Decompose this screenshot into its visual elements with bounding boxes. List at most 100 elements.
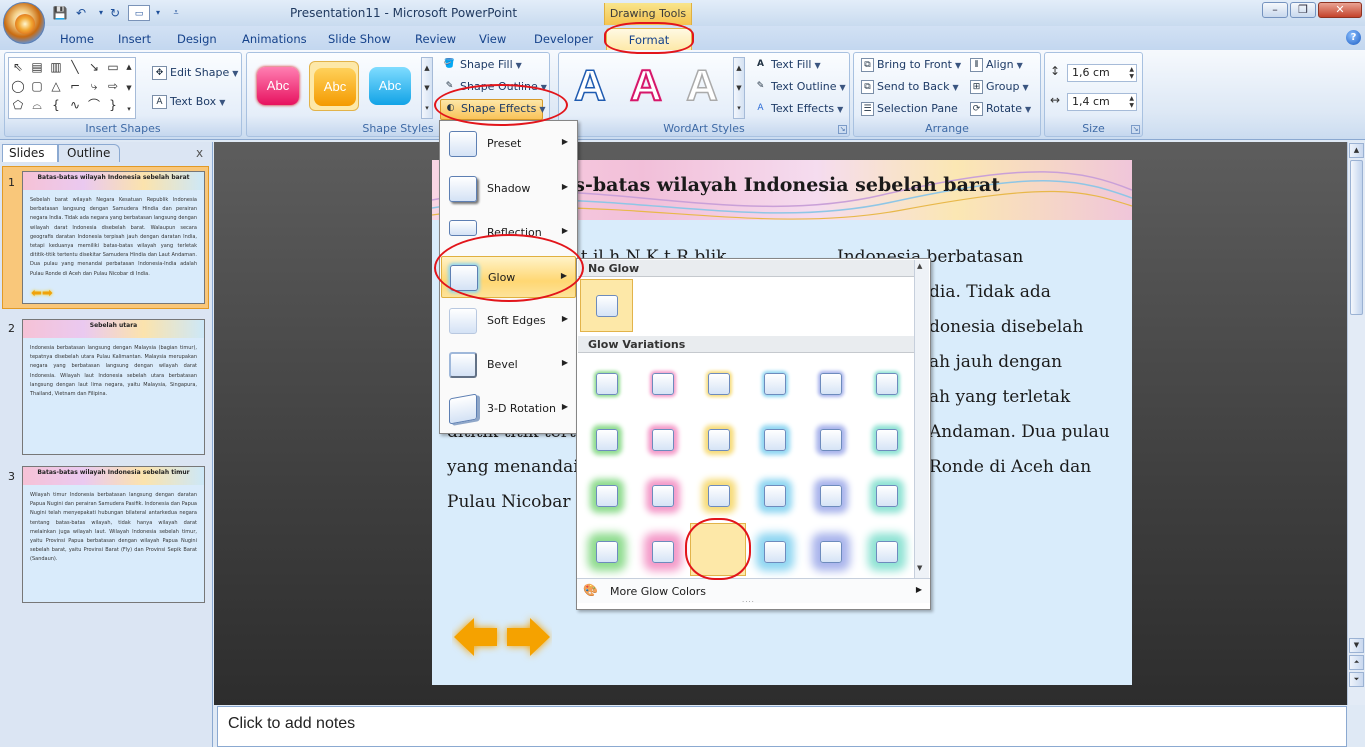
tab-review[interactable]: Review <box>415 30 456 48</box>
shape-effects-button[interactable]: ◐ Shape Effects ▼ <box>440 99 546 120</box>
tab-design[interactable]: Design <box>177 30 217 48</box>
wordart-style-white[interactable]: A <box>677 60 727 111</box>
tab-home[interactable]: Home <box>60 30 94 48</box>
tab-slide-show[interactable]: Slide Show <box>328 30 391 48</box>
tab-outline[interactable]: Outline <box>58 144 120 162</box>
new-slide-quick-icon[interactable]: ▭ <box>128 5 150 21</box>
elbow-connector-shape-icon[interactable]: ⌐ <box>68 79 82 93</box>
left-brace-shape-icon[interactable]: { <box>49 98 63 112</box>
scribble-shape-icon[interactable]: ⌒ <box>87 98 101 112</box>
glow-variation-r3-c4[interactable] <box>748 469 800 521</box>
glow-variation-r3-c5[interactable] <box>804 469 856 521</box>
size-dialog-launcher-icon[interactable]: ↘ <box>1131 125 1140 134</box>
style-swatch-blue[interactable]: Abc <box>365 61 415 111</box>
menu-item-soft-edges[interactable]: Soft Edges ▶ <box>441 300 576 342</box>
glow-variation-r2-c6[interactable] <box>860 413 912 465</box>
shape-outline-button[interactable]: ✎ Shape Outline ▼ <box>442 78 547 96</box>
minimize-button[interactable]: – <box>1262 2 1288 18</box>
block-arrow-shape-icon[interactable]: ⇨ <box>106 79 120 93</box>
style-swatch-orange-selected[interactable]: Abc <box>309 61 359 111</box>
shape-height-input[interactable]: 1,6 cm ▲ ▼ <box>1067 64 1137 82</box>
menu-item-shadow[interactable]: Shadow ▶ <box>441 168 576 210</box>
glow-variation-r1-c2[interactable] <box>636 357 688 409</box>
bring-to-front-button[interactable]: ⧉ Bring to Front ▼ <box>861 56 961 74</box>
scroll-down-icon[interactable]: ▼ <box>917 564 922 572</box>
align-button[interactable]: ⫴ Align ▼ <box>970 56 1023 74</box>
pane-close-icon[interactable]: x <box>196 146 203 160</box>
shape-width-input[interactable]: 1,4 cm ▲ ▼ <box>1067 93 1137 111</box>
shapes-scroll-up-icon[interactable]: ▲ <box>122 60 136 74</box>
tab-developer[interactable]: Developer <box>534 30 593 48</box>
office-button[interactable] <box>3 2 45 44</box>
glow-variation-r2-c4[interactable] <box>748 413 800 465</box>
freeform-shape-icon[interactable]: ⌓ <box>30 98 44 112</box>
spinner-arrows-icon[interactable]: ▲ ▼ <box>1129 95 1134 109</box>
tab-view[interactable]: View <box>479 30 506 48</box>
slide-thumbnail-2[interactable]: Sebelah utara Indonesia berbatasan langs… <box>22 319 205 455</box>
glow-gallery-scrollbar[interactable]: ▲ ▼ <box>914 260 929 578</box>
glow-variation-r2-c1[interactable] <box>580 413 632 465</box>
curve-shape-icon[interactable]: ∿ <box>68 98 82 112</box>
rectangle-shape-icon[interactable]: ▭ <box>106 60 120 74</box>
glow-variation-r3-c1[interactable] <box>580 469 632 521</box>
close-button[interactable]: ✕ <box>1318 2 1362 18</box>
selection-pane-button[interactable]: ☰ Selection Pane <box>861 100 958 118</box>
glow-variation-r4-c6[interactable] <box>860 525 912 577</box>
arrow-shape-icon[interactable]: ⇖ <box>11 60 25 74</box>
text-box-button[interactable]: A Text Box ▼ <box>152 93 225 111</box>
glow-variation-r1-c5[interactable] <box>804 357 856 409</box>
glow-variation-r2-c3[interactable] <box>692 413 744 465</box>
tab-insert[interactable]: Insert <box>118 30 151 48</box>
wordart-style-pink[interactable]: A <box>621 60 671 111</box>
edit-shape-button[interactable]: ✥ Edit Shape ▼ <box>152 64 238 82</box>
glow-variation-r2-c5[interactable] <box>804 413 856 465</box>
rotate-button[interactable]: ⟳ Rotate ▼ <box>970 100 1031 118</box>
text-fill-button[interactable]: A Text Fill ▼ <box>753 56 821 74</box>
new-slide-dropdown-icon[interactable]: ▾ <box>150 5 166 21</box>
glow-variation-r4-c1[interactable] <box>580 525 632 577</box>
menu-item-reflection[interactable]: Reflection ▶ <box>441 212 576 254</box>
maximize-button[interactable]: ❐ <box>1290 2 1316 18</box>
menu-item-bevel[interactable]: Bevel ▶ <box>441 344 576 386</box>
tab-slides[interactable]: Slides <box>2 144 58 162</box>
shapes-gallery[interactable]: ⇖ ▤ ▥ ╲ ↘ ▭ ◯ ▢ △ ⌐ ⤷ ⇨ ⬠ ⌓ { ∿ ⌒ } ▲ ▼ … <box>8 57 136 119</box>
tab-format[interactable]: Format <box>606 28 692 50</box>
resize-grip-icon[interactable]: ···· <box>742 598 755 606</box>
help-icon[interactable]: ? <box>1346 30 1361 45</box>
customize-toolbar-icon[interactable]: ⩡ <box>168 5 184 21</box>
scroll-up-icon[interactable]: ▲ <box>917 262 922 270</box>
wordart-gallery-scroll[interactable]: ▲ ▼ ▾ <box>733 57 745 119</box>
glow-variation-r1-c6[interactable] <box>860 357 912 409</box>
text-outline-button[interactable]: ✎ Text Outline ▼ <box>753 78 846 96</box>
glow-variation-r4-c5[interactable] <box>804 525 856 577</box>
vertical-textbox-shape-icon[interactable]: ▥ <box>49 60 63 74</box>
glow-variation-r3-c2[interactable] <box>636 469 688 521</box>
glowing-arrows-shape[interactable] <box>452 610 552 665</box>
triangle-shape-icon[interactable]: △ <box>49 79 63 93</box>
slide-title[interactable]: as-batas wilayah Indonesia sebelah barat <box>562 174 1000 196</box>
glow-variation-r3-c3[interactable] <box>692 469 744 521</box>
redo-icon[interactable]: ↻ <box>107 5 123 21</box>
oval-shape-icon[interactable]: ◯ <box>11 79 25 93</box>
tab-animations[interactable]: Animations <box>242 30 307 48</box>
pentagon-shape-icon[interactable]: ⬠ <box>11 98 25 112</box>
vertical-scrollbar[interactable]: ▲ ▼ ⏶ ⏷ <box>1347 142 1365 705</box>
menu-item-3d-rotation[interactable]: 3-D Rotation ▶ <box>441 388 576 430</box>
glow-variation-r1-c3[interactable] <box>692 357 744 409</box>
style-swatch-pink[interactable]: Abc <box>253 61 303 111</box>
wordart-style-blue[interactable]: A <box>565 60 615 111</box>
style-gallery-scroll[interactable]: ▲ ▼ ▾ <box>421 57 433 119</box>
text-effects-button[interactable]: A Text Effects ▼ <box>753 100 843 118</box>
notes-pane[interactable]: Click to add notes <box>217 706 1347 747</box>
slide-thumbnail-1[interactable]: Batas-batas wilayah Indonesia sebelah ba… <box>22 171 205 304</box>
save-icon[interactable]: 💾 <box>52 5 68 21</box>
group-button[interactable]: ⊞ Group ▼ <box>970 78 1029 96</box>
scrollbar-thumb[interactable] <box>1350 160 1363 315</box>
line-shape-icon[interactable]: ╲ <box>68 60 82 74</box>
shapes-scroll-down-icon[interactable]: ▼ <box>122 81 136 95</box>
spinner-arrows-icon[interactable]: ▲ ▼ <box>1129 66 1134 80</box>
more-glow-colors-button[interactable]: 🎨 More Glow Colors ▶ ···· <box>577 578 930 606</box>
textbox-shape-icon[interactable]: ▤ <box>30 60 44 74</box>
scroll-down-icon[interactable]: ▼ <box>1349 638 1364 653</box>
scroll-up-icon[interactable]: ▲ <box>1349 143 1364 158</box>
